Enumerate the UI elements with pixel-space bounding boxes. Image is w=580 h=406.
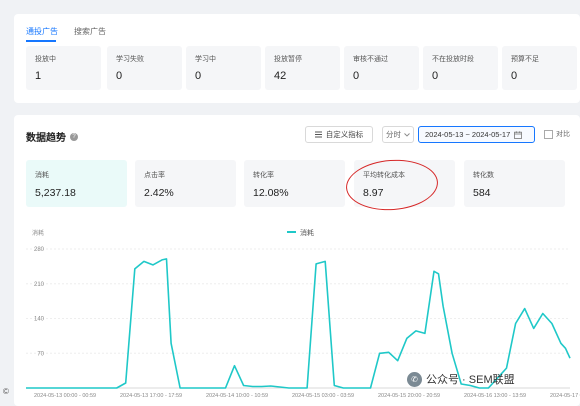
status-card-label: 学习中 — [195, 56, 216, 63]
granularity-select[interactable]: 分时 — [382, 126, 414, 143]
y-tick-label: 280 — [34, 247, 45, 253]
y-tick-label: 70 — [37, 351, 44, 357]
ad-type-tabs: 通投广告 搜索广告 — [26, 26, 106, 41]
watermark-text: 公众号 · SEM联盟 — [426, 374, 515, 386]
status-card-budget-insufficient[interactable]: 预算不足 0 — [502, 46, 577, 90]
status-card-label: 投放中 — [35, 56, 56, 63]
status-card-value: 0 — [353, 70, 360, 82]
status-card-value: 0 — [511, 70, 518, 82]
status-card-label: 预算不足 — [511, 56, 539, 63]
legend-label: 消耗 — [300, 228, 314, 237]
metric-label: 点击率 — [144, 172, 165, 179]
active-tab-underline — [26, 40, 56, 42]
x-tick-label: 2024-05-16 13:00 - 13:59 — [464, 393, 526, 399]
compare-toggle[interactable]: 对比 — [544, 129, 570, 139]
y-tick-label: 210 — [34, 282, 45, 288]
custom-metric-label: 自定义指标 — [325, 130, 364, 139]
chevron-down-icon — [404, 132, 410, 137]
help-icon[interactable]: ? — [70, 132, 78, 141]
tab-search-ads[interactable]: 搜索广告 — [74, 26, 106, 41]
metric-label: 消耗 — [35, 172, 49, 179]
metric-value: 12.08% — [253, 187, 289, 199]
calendar-icon — [514, 130, 523, 139]
status-card-learning[interactable]: 学习中 0 — [186, 46, 261, 90]
tab-general-ads[interactable]: 通投广告 — [26, 26, 58, 41]
status-card-paused[interactable]: 投放暂停 42 — [265, 46, 340, 90]
metric-value: 5,237.18 — [35, 187, 76, 199]
x-tick-label: 2024-05-15 20:00 - 20:59 — [378, 393, 440, 399]
status-card-value: 0 — [195, 70, 202, 82]
status-card-value: 0 — [116, 70, 123, 82]
metric-card-conversions[interactable]: 转化数 584 — [464, 160, 565, 207]
metric-card-ctr[interactable]: 点击率 2.42% — [135, 160, 236, 207]
date-range-value: 2024-05-13 ~ 2024-05-17 — [425, 130, 511, 139]
metric-label: 转化率 — [253, 172, 274, 179]
compare-checkbox[interactable] — [544, 129, 553, 139]
status-card-label: 学习失败 — [116, 56, 144, 63]
metric-card-spend[interactable]: 消耗 5,237.18 — [26, 160, 127, 207]
granularity-value: 分时 — [386, 130, 401, 139]
metric-label: 转化数 — [473, 172, 494, 179]
section-title-text: 数据趋势 — [26, 133, 66, 144]
custom-metric-button[interactable]: 自定义指标 — [305, 126, 373, 143]
status-overview-card: 通投广告 搜索广告 投放中 1 学习失败 0 学习中 0 投放暂停 42 审核不… — [14, 14, 580, 103]
compare-label: 对比 — [556, 131, 570, 138]
metric-value: 2.42% — [144, 187, 174, 199]
status-card-review-rejected[interactable]: 审核不通过 0 — [344, 46, 419, 90]
status-card-value: 1 — [35, 70, 42, 82]
list-icon — [314, 131, 322, 138]
status-card-learning-failed[interactable]: 学习失败 0 — [107, 46, 182, 90]
data-trend-card: 数据趋势 ? 自定义指标 分时 2024-05-13 ~ 2024-05-17 … — [14, 115, 580, 406]
series-line — [26, 258, 571, 389]
date-range-picker[interactable]: 2024-05-13 ~ 2024-05-17 — [418, 126, 535, 143]
watermark: ✆ 公众号 · SEM联盟 — [407, 371, 515, 387]
x-tick-label: 2024-05-14 10:00 - 10:59 — [206, 393, 268, 399]
status-card-out-of-schedule[interactable]: 不在投放时段 0 — [423, 46, 498, 90]
wechat-icon: ✆ — [407, 371, 422, 387]
status-card-label: 不在投放时段 — [432, 56, 474, 63]
x-tick-label: 2024-05-15 03:00 - 03:59 — [292, 393, 354, 399]
section-title: 数据趋势 ? — [26, 129, 78, 144]
status-card-active[interactable]: 投放中 1 — [26, 46, 101, 90]
x-tick-label: 2024-05-13 17:00 - 17:59 — [120, 393, 182, 399]
status-card-value: 42 — [274, 70, 287, 82]
x-tick-label: 2024-05-17 06:00 - 06:59 — [550, 393, 580, 399]
metric-value: 584 — [473, 187, 491, 199]
status-card-label: 审核不通过 — [353, 56, 388, 63]
status-card-value: 0 — [432, 70, 439, 82]
metric-card-conversion-rate[interactable]: 转化率 12.08% — [244, 160, 345, 207]
x-tick-label: 2024-05-13 00:00 - 00:59 — [34, 393, 96, 399]
corner-mark: © — [3, 387, 9, 396]
status-card-label: 投放暂停 — [274, 56, 302, 63]
y-tick-label: 140 — [34, 317, 45, 323]
